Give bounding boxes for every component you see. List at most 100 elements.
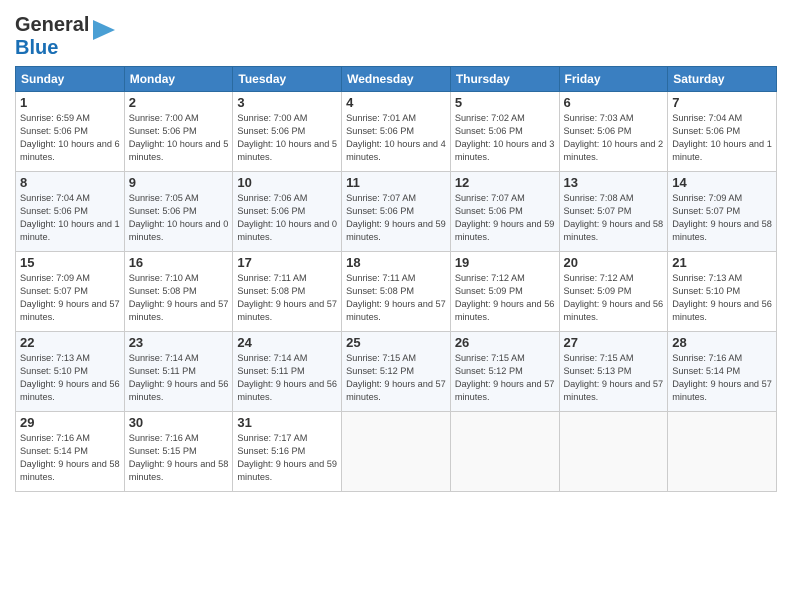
calendar-cell: 18 Sunrise: 7:11 AM Sunset: 5:08 PM Dayl…	[342, 252, 451, 332]
day-number: 10	[237, 175, 337, 190]
calendar-cell: 22 Sunrise: 7:13 AM Sunset: 5:10 PM Dayl…	[16, 332, 125, 412]
day-info: Sunrise: 7:14 AM Sunset: 5:11 PM Dayligh…	[129, 352, 229, 404]
calendar-cell: 9 Sunrise: 7:05 AM Sunset: 5:06 PM Dayli…	[124, 172, 233, 252]
day-number: 22	[20, 335, 120, 350]
day-info: Sunrise: 7:08 AM Sunset: 5:07 PM Dayligh…	[564, 192, 664, 244]
day-number: 17	[237, 255, 337, 270]
calendar-cell: 6 Sunrise: 7:03 AM Sunset: 5:06 PM Dayli…	[559, 92, 668, 172]
calendar-cell: 21 Sunrise: 7:13 AM Sunset: 5:10 PM Dayl…	[668, 252, 777, 332]
day-header-tuesday: Tuesday	[233, 67, 342, 92]
day-number: 29	[20, 415, 120, 430]
calendar-cell: 28 Sunrise: 7:16 AM Sunset: 5:14 PM Dayl…	[668, 332, 777, 412]
calendar-week-row: 15 Sunrise: 7:09 AM Sunset: 5:07 PM Dayl…	[16, 252, 777, 332]
calendar-cell: 8 Sunrise: 7:04 AM Sunset: 5:06 PM Dayli…	[16, 172, 125, 252]
logo-blue: Blue	[15, 37, 58, 59]
calendar-cell: 11 Sunrise: 7:07 AM Sunset: 5:06 PM Dayl…	[342, 172, 451, 252]
day-number: 19	[455, 255, 555, 270]
calendar-cell: 1 Sunrise: 6:59 AM Sunset: 5:06 PM Dayli…	[16, 92, 125, 172]
day-number: 14	[672, 175, 772, 190]
day-info: Sunrise: 7:11 AM Sunset: 5:08 PM Dayligh…	[346, 272, 446, 324]
day-info: Sunrise: 7:05 AM Sunset: 5:06 PM Dayligh…	[129, 192, 229, 244]
day-header-saturday: Saturday	[668, 67, 777, 92]
calendar-cell: 20 Sunrise: 7:12 AM Sunset: 5:09 PM Dayl…	[559, 252, 668, 332]
day-info: Sunrise: 6:59 AM Sunset: 5:06 PM Dayligh…	[20, 112, 120, 164]
day-number: 1	[20, 95, 120, 110]
page-container: General Blue SundayMondayTuesdayWednesda…	[0, 0, 792, 500]
day-info: Sunrise: 7:11 AM Sunset: 5:08 PM Dayligh…	[237, 272, 337, 324]
day-info: Sunrise: 7:12 AM Sunset: 5:09 PM Dayligh…	[455, 272, 555, 324]
day-number: 8	[20, 175, 120, 190]
calendar-cell: 31 Sunrise: 7:17 AM Sunset: 5:16 PM Dayl…	[233, 412, 342, 492]
calendar-cell: 4 Sunrise: 7:01 AM Sunset: 5:06 PM Dayli…	[342, 92, 451, 172]
day-info: Sunrise: 7:00 AM Sunset: 5:06 PM Dayligh…	[237, 112, 337, 164]
calendar-cell: 16 Sunrise: 7:10 AM Sunset: 5:08 PM Dayl…	[124, 252, 233, 332]
day-info: Sunrise: 7:15 AM Sunset: 5:13 PM Dayligh…	[564, 352, 664, 404]
day-number: 27	[564, 335, 664, 350]
calendar-cell	[668, 412, 777, 492]
day-number: 13	[564, 175, 664, 190]
day-number: 4	[346, 95, 446, 110]
calendar-cell: 14 Sunrise: 7:09 AM Sunset: 5:07 PM Dayl…	[668, 172, 777, 252]
calendar-cell	[450, 412, 559, 492]
day-info: Sunrise: 7:13 AM Sunset: 5:10 PM Dayligh…	[20, 352, 120, 404]
day-header-thursday: Thursday	[450, 67, 559, 92]
logo-arrow-icon	[93, 16, 115, 44]
calendar-cell	[342, 412, 451, 492]
day-info: Sunrise: 7:15 AM Sunset: 5:12 PM Dayligh…	[455, 352, 555, 404]
calendar-cell: 17 Sunrise: 7:11 AM Sunset: 5:08 PM Dayl…	[233, 252, 342, 332]
day-number: 31	[237, 415, 337, 430]
calendar-cell: 24 Sunrise: 7:14 AM Sunset: 5:11 PM Dayl…	[233, 332, 342, 412]
day-number: 18	[346, 255, 446, 270]
day-info: Sunrise: 7:16 AM Sunset: 5:14 PM Dayligh…	[20, 432, 120, 484]
calendar-cell: 25 Sunrise: 7:15 AM Sunset: 5:12 PM Dayl…	[342, 332, 451, 412]
day-info: Sunrise: 7:04 AM Sunset: 5:06 PM Dayligh…	[672, 112, 772, 164]
day-info: Sunrise: 7:16 AM Sunset: 5:14 PM Dayligh…	[672, 352, 772, 404]
calendar-cell: 2 Sunrise: 7:00 AM Sunset: 5:06 PM Dayli…	[124, 92, 233, 172]
day-number: 15	[20, 255, 120, 270]
day-header-monday: Monday	[124, 67, 233, 92]
day-info: Sunrise: 7:03 AM Sunset: 5:06 PM Dayligh…	[564, 112, 664, 164]
calendar-header-row: SundayMondayTuesdayWednesdayThursdayFrid…	[16, 67, 777, 92]
day-number: 16	[129, 255, 229, 270]
calendar-cell: 7 Sunrise: 7:04 AM Sunset: 5:06 PM Dayli…	[668, 92, 777, 172]
day-number: 6	[564, 95, 664, 110]
day-info: Sunrise: 7:13 AM Sunset: 5:10 PM Dayligh…	[672, 272, 772, 324]
day-info: Sunrise: 7:07 AM Sunset: 5:06 PM Dayligh…	[455, 192, 555, 244]
day-number: 3	[237, 95, 337, 110]
calendar-cell: 5 Sunrise: 7:02 AM Sunset: 5:06 PM Dayli…	[450, 92, 559, 172]
day-info: Sunrise: 7:15 AM Sunset: 5:12 PM Dayligh…	[346, 352, 446, 404]
calendar-week-row: 29 Sunrise: 7:16 AM Sunset: 5:14 PM Dayl…	[16, 412, 777, 492]
calendar-cell: 13 Sunrise: 7:08 AM Sunset: 5:07 PM Dayl…	[559, 172, 668, 252]
calendar-week-row: 22 Sunrise: 7:13 AM Sunset: 5:10 PM Dayl…	[16, 332, 777, 412]
day-info: Sunrise: 7:06 AM Sunset: 5:06 PM Dayligh…	[237, 192, 337, 244]
day-number: 26	[455, 335, 555, 350]
calendar-cell: 19 Sunrise: 7:12 AM Sunset: 5:09 PM Dayl…	[450, 252, 559, 332]
day-number: 25	[346, 335, 446, 350]
logo: General Blue	[15, 14, 115, 60]
day-number: 24	[237, 335, 337, 350]
calendar-cell: 10 Sunrise: 7:06 AM Sunset: 5:06 PM Dayl…	[233, 172, 342, 252]
day-number: 11	[346, 175, 446, 190]
day-info: Sunrise: 7:09 AM Sunset: 5:07 PM Dayligh…	[20, 272, 120, 324]
logo-general: General	[15, 14, 89, 36]
day-number: 12	[455, 175, 555, 190]
day-header-wednesday: Wednesday	[342, 67, 451, 92]
calendar-cell: 12 Sunrise: 7:07 AM Sunset: 5:06 PM Dayl…	[450, 172, 559, 252]
calendar-cell: 26 Sunrise: 7:15 AM Sunset: 5:12 PM Dayl…	[450, 332, 559, 412]
day-number: 7	[672, 95, 772, 110]
calendar-cell: 3 Sunrise: 7:00 AM Sunset: 5:06 PM Dayli…	[233, 92, 342, 172]
calendar-cell	[559, 412, 668, 492]
day-info: Sunrise: 7:01 AM Sunset: 5:06 PM Dayligh…	[346, 112, 446, 164]
day-number: 2	[129, 95, 229, 110]
calendar-week-row: 8 Sunrise: 7:04 AM Sunset: 5:06 PM Dayli…	[16, 172, 777, 252]
day-number: 20	[564, 255, 664, 270]
day-header-sunday: Sunday	[16, 67, 125, 92]
day-info: Sunrise: 7:12 AM Sunset: 5:09 PM Dayligh…	[564, 272, 664, 324]
day-info: Sunrise: 7:10 AM Sunset: 5:08 PM Dayligh…	[129, 272, 229, 324]
day-info: Sunrise: 7:07 AM Sunset: 5:06 PM Dayligh…	[346, 192, 446, 244]
calendar-table: SundayMondayTuesdayWednesdayThursdayFrid…	[15, 66, 777, 492]
calendar-cell: 29 Sunrise: 7:16 AM Sunset: 5:14 PM Dayl…	[16, 412, 125, 492]
day-number: 21	[672, 255, 772, 270]
day-number: 23	[129, 335, 229, 350]
day-info: Sunrise: 7:17 AM Sunset: 5:16 PM Dayligh…	[237, 432, 337, 484]
